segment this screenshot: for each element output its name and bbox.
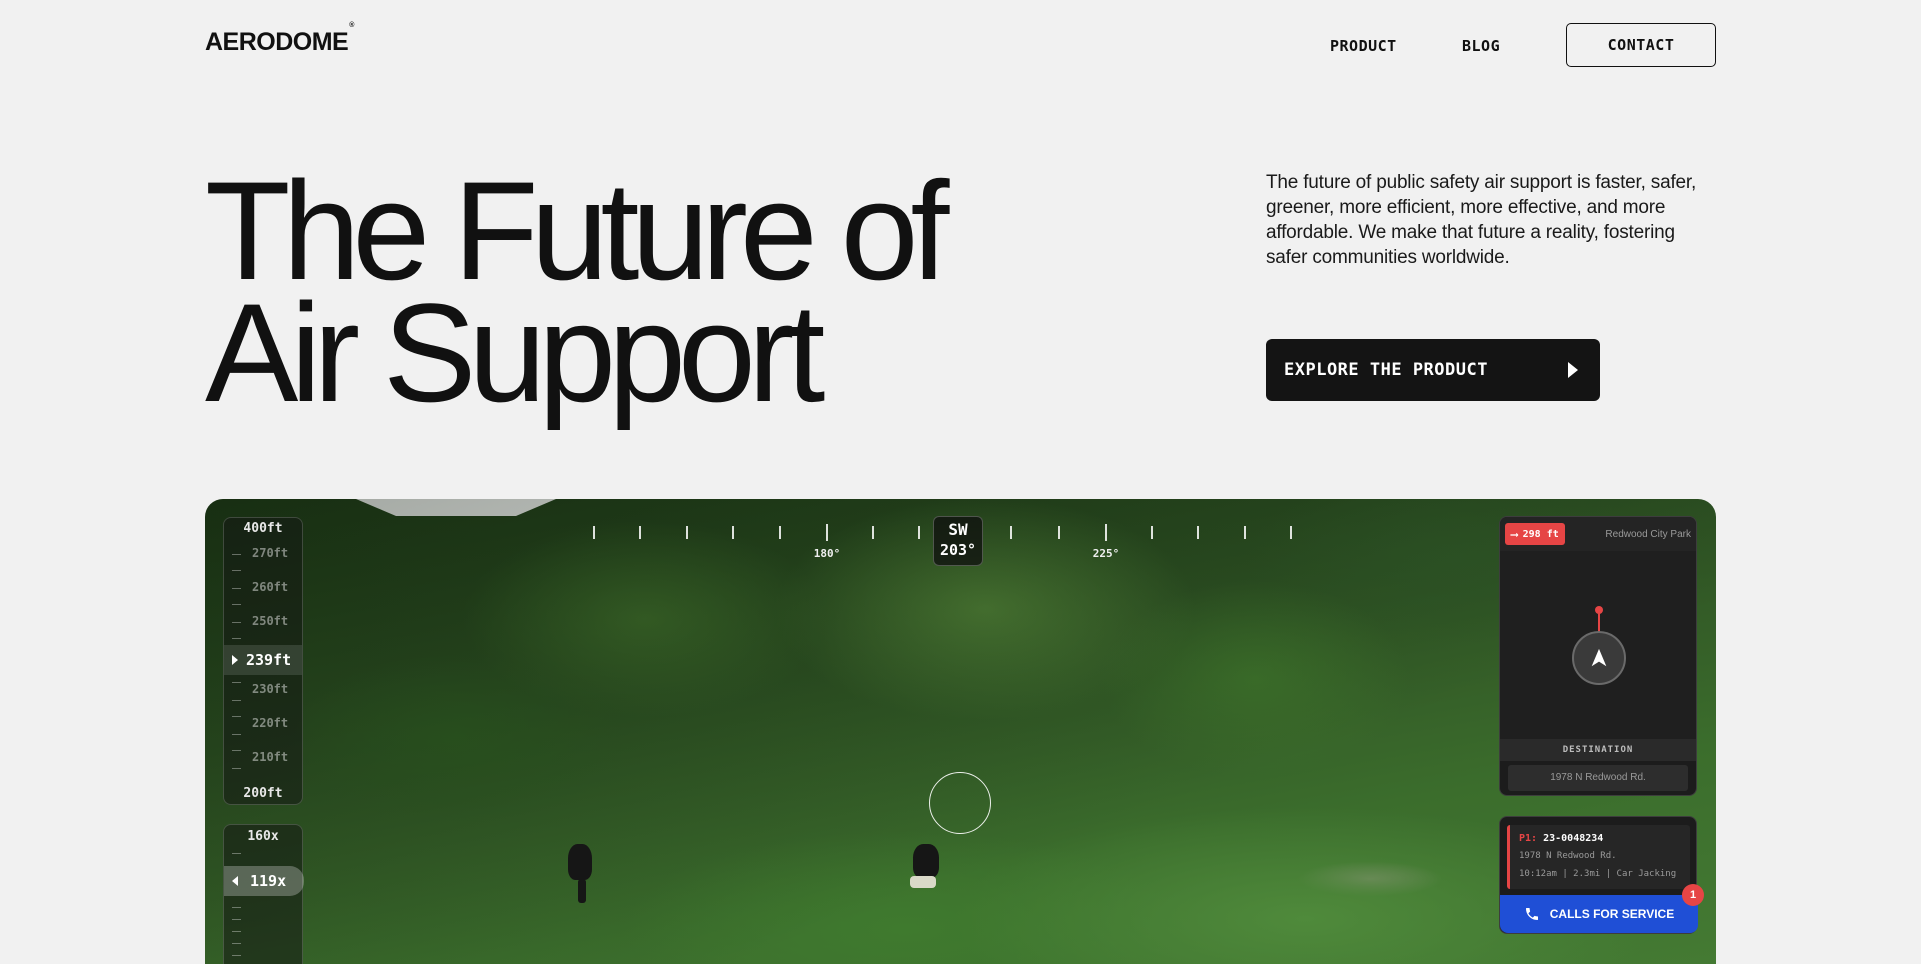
call-priority: P1: <box>1519 833 1538 844</box>
altitude-tick-line <box>232 570 241 571</box>
hero-title-line-2: Air Support <box>205 274 825 431</box>
altitude-ruler: 400ft 270ft 260ft 250ft 239ft 230ft 220f… <box>223 517 303 805</box>
altitude-tick-label: 220ft <box>252 716 289 730</box>
compass-label-225: 225° <box>1092 547 1120 560</box>
altitude-tick-line <box>232 554 241 555</box>
hero-title: The Future of Air Support <box>205 161 949 431</box>
target-reticle <box>929 772 991 834</box>
compass-tick <box>1244 526 1246 539</box>
navigation-arrow-icon <box>1591 648 1607 667</box>
zoom-current: 119x <box>224 866 304 896</box>
arrow-right-icon: ⟶ <box>1511 527 1518 541</box>
altitude-tick-line <box>232 768 241 769</box>
zoom-ruler: 160x 119x <box>223 824 304 964</box>
compass-tick <box>779 526 781 539</box>
altitude-current-value: 239ft <box>246 651 292 669</box>
altitude-tick-line <box>232 638 241 639</box>
person-suspect-2 <box>913 844 939 878</box>
hero-intro: The future of public safety air support … <box>1266 172 1697 268</box>
person-suspect-1-legs <box>578 879 586 903</box>
zoom-tick-line <box>232 931 241 932</box>
altitude-tick-line <box>232 750 241 751</box>
zoom-tick-line <box>232 955 241 956</box>
compass-tick <box>593 526 595 539</box>
zoom-tick-line <box>232 919 241 920</box>
caret-right-icon <box>232 655 238 665</box>
logo-text: AERODOME <box>205 28 349 56</box>
call-panel: P1: 23-0048234 1978 N Redwood Rd. 10:12a… <box>1499 816 1704 934</box>
call-card[interactable]: P1: 23-0048234 1978 N Redwood Rd. 10:12a… <box>1507 825 1690 889</box>
caret-left-icon <box>232 876 238 886</box>
compass-tick <box>918 526 920 539</box>
compass-tick-major <box>1105 524 1107 541</box>
chevron-right-icon <box>1568 362 1578 378</box>
altitude-current: 239ft <box>224 645 302 675</box>
altitude-min: 200ft <box>243 786 283 801</box>
explore-product-button[interactable]: EXPLORE THE PRODUCT <box>1266 339 1600 401</box>
distance-value: 298 ft <box>1522 528 1559 540</box>
contact-button[interactable]: CONTACT <box>1566 23 1716 67</box>
call-id-line: P1: 23-0048234 <box>1519 830 1690 847</box>
compass-tick <box>732 526 734 539</box>
map-location: Redwood City Park <box>1605 528 1691 540</box>
route-line <box>1598 611 1600 633</box>
destination-address: 1978 N Redwood Rd. <box>1508 765 1688 791</box>
map-header: ⟶ 298 ft Redwood City Park <box>1500 517 1696 551</box>
nav-link-product[interactable]: PRODUCT <box>1330 37 1397 55</box>
nav-link-blog[interactable]: BLOG <box>1462 37 1500 55</box>
altitude-tick-label: 230ft <box>252 682 289 696</box>
call-id: 23-0048234 <box>1543 833 1604 844</box>
altitude-tick-line <box>232 588 241 589</box>
phone-icon <box>1525 908 1538 920</box>
registered-mark: ® <box>349 21 354 29</box>
compass-tick <box>1290 526 1292 539</box>
navigation-map-panel: ⟶ 298 ft Redwood City Park DESTINATION 1… <box>1499 516 1697 796</box>
person-suspect-2-legs <box>910 876 936 888</box>
zoom-tick-line <box>232 853 241 854</box>
call-address: 1978 N Redwood Rd. <box>1519 851 1617 861</box>
heading-direction: SW <box>948 520 968 539</box>
logo[interactable]: AERODOME® <box>205 22 354 57</box>
drone-video-feed: 400ft 270ft 260ft 250ft 239ft 230ft 220f… <box>205 499 1716 964</box>
altitude-tick-line <box>232 716 241 717</box>
zoom-tick-line <box>232 943 241 944</box>
calls-for-service-label: CALLS FOR SERVICE <box>1549 907 1675 921</box>
zoom-tick-line <box>232 907 241 908</box>
zoom-current-value: 119x <box>250 872 287 890</box>
distance-badge: ⟶ 298 ft <box>1505 523 1565 545</box>
altitude-tick-label: 260ft <box>252 580 289 594</box>
altitude-tick-line <box>232 622 241 623</box>
compass-tick <box>1197 526 1199 539</box>
drone-position-marker <box>1572 631 1626 685</box>
person-suspect-1 <box>568 844 592 880</box>
zoom-max: 160x <box>247 829 279 844</box>
altitude-tick-label: 270ft <box>252 546 289 560</box>
altitude-tick-line <box>232 604 241 605</box>
compass-tick <box>686 526 688 539</box>
compass-tick <box>1010 526 1012 539</box>
compass-tick <box>1058 526 1060 539</box>
destination-pin-icon <box>1595 606 1603 614</box>
compass-tick-major <box>826 524 828 541</box>
compass-tick <box>639 526 641 539</box>
altitude-tick-label: 210ft <box>252 750 289 764</box>
tree-canopy-shade <box>205 499 1716 964</box>
compass-tick <box>872 526 874 539</box>
map-view[interactable] <box>1500 551 1696 739</box>
altitude-max: 400ft <box>243 521 283 536</box>
altitude-tick-line <box>232 734 241 735</box>
altitude-tick-label: 250ft <box>252 614 289 628</box>
heading-degrees: 203° <box>939 541 977 559</box>
notification-badge: 1 <box>1682 884 1704 906</box>
compass-tick <box>1151 526 1153 539</box>
explore-product-label: EXPLORE THE PRODUCT <box>1284 360 1488 380</box>
altitude-tick-line <box>232 700 241 701</box>
destination-label: DESTINATION <box>1500 739 1696 761</box>
heading-indicator: SW 203° <box>933 516 983 566</box>
compass-label-180: 180° <box>813 547 841 560</box>
call-details: 10:12am | 2.3mi | Car Jacking <box>1519 869 1677 879</box>
altitude-tick-line <box>232 682 241 683</box>
calls-for-service-button[interactable]: CALLS FOR SERVICE <box>1500 895 1698 933</box>
